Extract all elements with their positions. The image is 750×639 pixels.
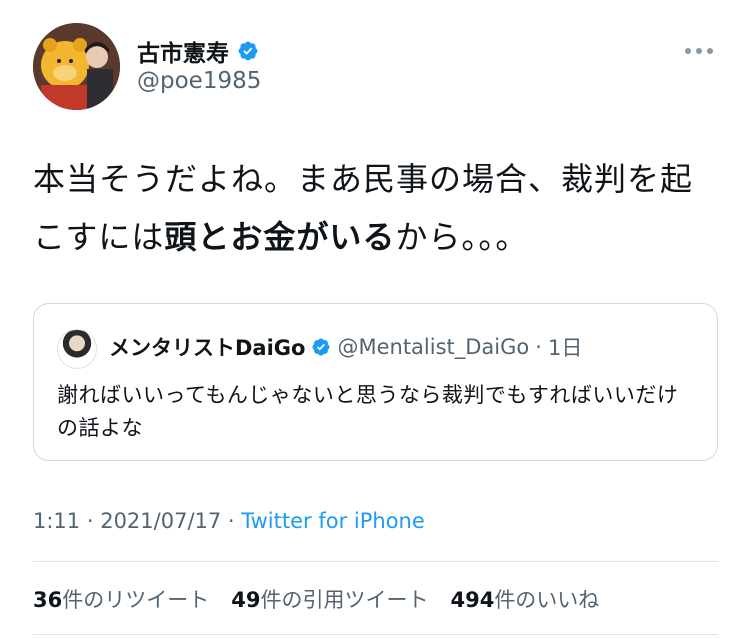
author-display-name[interactable]: 古市憲寿 — [137, 34, 229, 68]
tweet-source-link[interactable]: Twitter for iPhone — [241, 509, 425, 533]
quoted-author-handle: @Mentalist_DaiGo — [337, 335, 530, 359]
author-display-name-row[interactable]: 古市憲寿 — [137, 34, 259, 68]
tweet-text: 本当そうだよね。まあ民事の場合、裁判を起こすには頭とお金がいるから。。。 — [33, 150, 723, 266]
quoted-separator: · — [535, 335, 542, 359]
retweets-stat[interactable]: 36件のリツイート — [33, 584, 209, 614]
divider — [33, 634, 718, 635]
retweets-label: 件のリツイート — [62, 588, 210, 612]
more-options-icon[interactable] — [685, 46, 717, 56]
more-dot — [685, 48, 691, 54]
tweet-time[interactable]: 1:11 — [33, 509, 80, 533]
meta-separator: · — [221, 509, 242, 533]
likes-stat[interactable]: 494件のいいね — [450, 584, 599, 614]
divider — [33, 561, 718, 562]
tweet-stats: 36件のリツイート 49件の引用ツイート 494件のいいね — [33, 584, 599, 614]
tweet-date[interactable]: 2021/07/17 — [100, 509, 221, 533]
retweets-count: 36 — [33, 588, 63, 612]
quotes-label: 件の引用ツイート — [260, 588, 429, 612]
quoted-tweet-header: メンタリストDaiGo @Mentalist_DaiGo · 1日 — [109, 332, 582, 362]
author-handle[interactable]: @poe1985 — [137, 68, 261, 94]
tweet-text-bold: 頭とお金がいる — [164, 218, 396, 256]
verified-badge-icon — [312, 338, 331, 356]
quotes-stat[interactable]: 49件の引用ツイート — [231, 584, 428, 614]
quoted-tweet-card[interactable]: メンタリストDaiGo @Mentalist_DaiGo · 1日 謝ればいいっ… — [33, 303, 718, 461]
author-avatar-image — [33, 23, 120, 110]
tweet-meta: 1:11 · 2021/07/17 · Twitter for iPhone — [33, 509, 425, 533]
more-dot — [707, 48, 713, 54]
likes-count: 494 — [450, 588, 495, 612]
likes-label: 件のいいね — [494, 588, 600, 612]
tweet-text-part: から。。。 — [395, 218, 529, 256]
quoted-author-name: メンタリストDaiGo — [109, 336, 306, 360]
verified-badge-icon — [238, 41, 258, 61]
quoted-time: 1日 — [547, 336, 583, 360]
quoted-author-avatar — [57, 329, 97, 369]
meta-separator: · — [80, 509, 101, 533]
more-dot — [696, 48, 702, 54]
quoted-tweet-text: 謝ればいいってもんじゃないと思うなら裁判でもすればいいだけの話よな — [57, 383, 679, 440]
quotes-count: 49 — [231, 588, 261, 612]
author-avatar[interactable] — [33, 23, 120, 110]
